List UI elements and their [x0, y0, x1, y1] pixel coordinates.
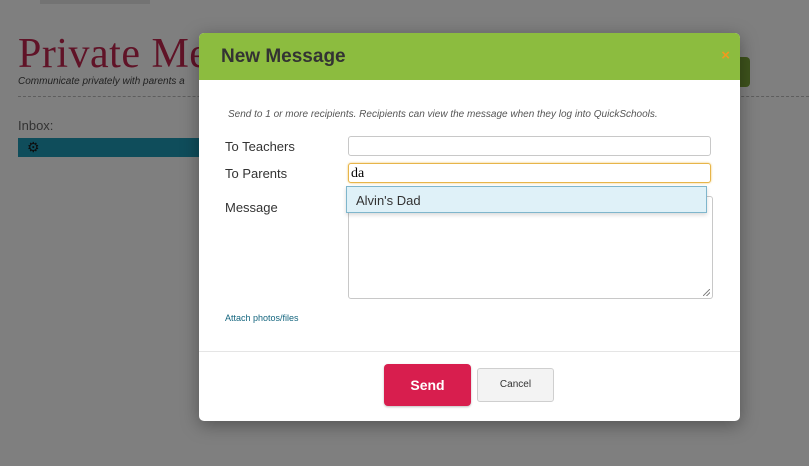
message-label: Message — [225, 200, 278, 215]
to-parents-input[interactable]: da — [348, 163, 711, 183]
new-message-dialog: New Message × Send to 1 or more recipien… — [199, 33, 740, 421]
resize-handle[interactable] — [703, 289, 710, 296]
cancel-button[interactable]: Cancel — [477, 368, 554, 402]
to-parents-label: To Parents — [225, 166, 288, 181]
autocomplete-option[interactable]: Alvin's Dad — [356, 193, 421, 208]
to-teachers-input[interactable] — [348, 136, 711, 156]
send-button[interactable]: Send — [384, 364, 471, 406]
dialog-header: New Message × — [199, 33, 740, 80]
autocomplete-dropdown: Alvin's Dad — [346, 186, 707, 213]
recipients-instructions: Send to 1 or more recipients. Recipients… — [228, 109, 658, 120]
dialog-title: New Message — [221, 46, 346, 67]
close-icon[interactable]: × — [721, 47, 730, 64]
footer-divider — [199, 351, 740, 352]
to-teachers-label: To Teachers — [225, 139, 295, 154]
attach-files-link[interactable]: Attach photos/files — [225, 313, 299, 323]
